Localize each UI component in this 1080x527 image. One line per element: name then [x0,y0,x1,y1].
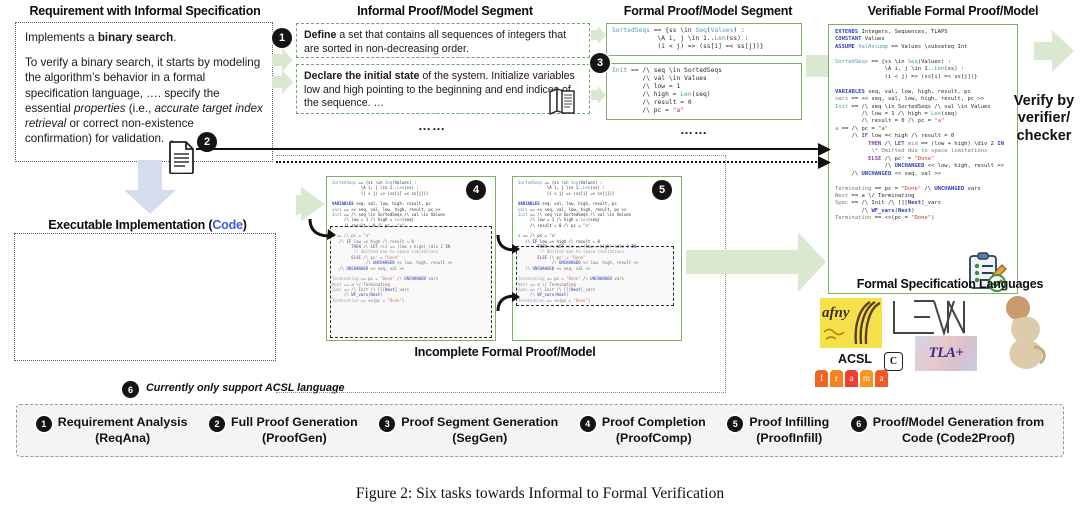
verifiable-title: Verifiable Formal Proof/Model [867,4,1039,18]
requirement-line1: Implements a binary search. [16,23,272,45]
legend-item-1[interactable]: 1 Requirement Analysis (ReqAna) [35,415,188,446]
frama-letter-3: m [860,370,873,387]
frama-letter-4: a [875,370,888,387]
legend-label-5: Proof Infilling (ProofInfill) [749,415,830,445]
badge-5-proofinfill: 5 [652,180,672,200]
legend-label-4: Proof Completion (ProofComp) [601,415,706,445]
legend-badge-4: 4 [579,416,596,432]
legend-badge-2: 2 [209,416,226,432]
legend-bar: 1 Requirement Analysis (ReqAna) 2 Full P… [16,404,1064,457]
frama-letter-2: a [845,370,858,387]
languages-title: Formal Specification Languages [856,277,1044,291]
formal-segment-2: Init == /\ seq \in SortedSeqs /\ val \in… [606,63,802,120]
dafny-logo: afny [820,298,882,348]
seg2-bold: Declare the initial state [304,70,420,82]
tlaplus-logo: TLA+ [915,336,977,371]
legend-badge-3: 3 [379,416,396,432]
badge-1-reqana: 1 [272,28,292,48]
arrow-line-proofgen [196,148,826,150]
requirement-box: Implements a binary search. To verify a … [15,22,273,162]
figure-caption: Figure 2: Six tasks towards Informal to … [355,485,725,502]
acsl-note: Currently only support ACSL language [146,382,345,394]
arrow-req-to-informal [272,48,294,101]
svg-text:</>: </> [211,344,224,352]
informal-ellipsis: …… [418,118,446,133]
badge-6-code2proof: 6 [122,381,139,398]
badge-6-label: 6 [127,384,133,395]
arrow-requirement-to-code [122,160,178,215]
impl-title-code: Code [212,218,243,232]
hook-arrow-5b [494,288,522,319]
implementation-title: Executable Implementation (Code) [25,218,270,232]
coq-logo [996,295,1056,380]
req-post: . [173,31,177,44]
formal-code-1: SortedSeqs == {ss \in Seq(Values) : \A i… [612,27,764,51]
req-body-b: (i.e., [125,101,155,115]
arrow-informal-to-formal [591,26,606,121]
verify-label: Verify by verifier/ checker [1013,92,1075,144]
informal-segment-1: Define a set that contains all sequences… [296,23,590,58]
acsl-label: ACSL [838,352,873,366]
verifiable-code: EXTENDS Integers, Sequences, TLAPS CONST… [835,29,1004,222]
arrow-panel5-to-verifiable [686,232,826,297]
informal-segment-title: Informal Proof/Model Segment [357,4,533,18]
legend-label-2: Full Proof Generation (ProofGen) [231,415,358,445]
seg1-text: a set that contains all sequences of int… [304,29,567,55]
badge-1-label: 1 [278,32,286,44]
legend-item-3[interactable]: 3 Proof Segment Generation (SegGen) [379,415,558,446]
code-document-icon: </> [196,320,228,359]
formal-ellipsis: …… [680,122,708,137]
requirement-title: Requirement with Informal Specification [29,4,261,18]
legend-item-2[interactable]: 2 Full Proof Generation (ProofGen) [209,415,358,446]
incomplete-title: Incomplete Formal Proof/Model [414,345,596,359]
missing-region-4 [330,226,492,338]
arrow-into-panel4 [287,178,330,235]
formal-segment-1: SortedSeqs == {ss \in Seq(Values) : \A i… [606,23,802,56]
legend-item-6[interactable]: 6 Proof/Model Generation from Code (Code… [850,415,1045,446]
legend-label-3: Proof Segment Generation (SegGen) [401,415,559,445]
frama-letter-0: f [815,370,828,387]
c-language-text: C [889,356,898,367]
tlaplus-logo-text: TLA+ [928,345,964,361]
legend-badge-1: 1 [35,416,52,432]
stacked-documents-icon [548,87,576,121]
legend-badge-6: 6 [850,416,867,432]
legend-badge-5: 5 [727,416,744,432]
missing-region-5 [516,246,674,306]
badge-5-label: 5 [658,184,666,196]
acsl-note-text: Currently only support ACSL language [146,382,345,394]
req-pre: Implements a [25,31,98,44]
impl-title-end: ) [242,218,247,232]
req-bold: binary search [97,31,174,44]
figure-root: Requirement with Informal Specification … [0,0,1080,527]
legend-item-4[interactable]: 4 Proof Completion (ProofComp) [579,415,706,446]
legend-item-5[interactable]: 5 Proof Infilling (ProofInfill) [727,415,829,446]
legend-label-6: Proof/Model Generation from Code (Code2P… [872,415,1045,445]
frama-letter-1: r [830,370,843,387]
seg1-bold: Define [304,29,337,41]
hook-arrow-5a [494,232,522,263]
req-italic-properties: properties [73,101,126,115]
frama-c-logo: f r a m a [815,370,888,387]
badge-4-proofcomp: 4 [466,180,486,200]
legend-label-1: Requirement Analysis (ReqAna) [57,415,188,445]
c-language-icon: C [884,352,903,371]
badge-2-label: 2 [203,136,211,148]
formal-code-2: Init == /\ seq \in SortedSeqs /\ val \in… [612,67,722,115]
arrowhead-code2proof [818,156,832,174]
informal-segment-2: Declare the initial state of the system.… [296,64,590,114]
arrow-line-code2proof [276,161,824,163]
requirement-body: To verify a binary search, it starts by … [16,45,272,146]
badge-4-label: 4 [472,184,480,196]
impl-title-main: Executable Implementation ( [48,218,213,232]
formal-segment-title: Formal Proof/Model Segment [623,4,793,18]
arrow-verify-out [1034,30,1074,77]
